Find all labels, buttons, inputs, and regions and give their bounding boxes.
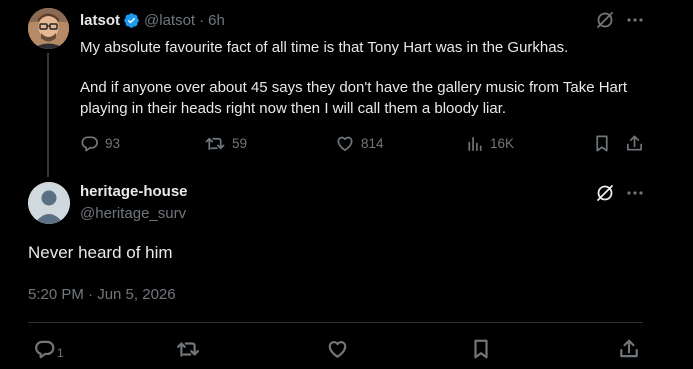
more-icon[interactable]: [625, 10, 645, 30]
bookmark-button[interactable]: [471, 338, 491, 360]
share-icon: [618, 338, 640, 360]
separator: ·: [199, 11, 205, 29]
reply-count: 1: [57, 346, 64, 360]
default-avatar-icon: [28, 182, 70, 224]
tweet-text: My absolute favourite fact of all time i…: [80, 37, 670, 119]
repost-count: 59: [232, 136, 248, 151]
repost-icon: [204, 134, 226, 153]
tweet-paragraph: And if anyone over about 45 says they do…: [80, 79, 628, 117]
tweet-text: Never heard of him: [28, 243, 173, 262]
display-name[interactable]: latsot: [80, 12, 120, 29]
tweet-header: latsot @latsot · 6h: [80, 10, 225, 30]
display-name[interactable]: heritage-house: [80, 183, 188, 200]
grok-icon[interactable]: [595, 183, 615, 203]
avatar[interactable]: [28, 8, 69, 49]
tweet-top-actions: [595, 10, 645, 30]
like-icon: [326, 338, 349, 360]
reply-button[interactable]: 93: [80, 134, 120, 153]
more-icon[interactable]: [625, 183, 645, 203]
handle[interactable]: @latsot: [144, 12, 195, 29]
share-icon: [625, 134, 644, 153]
tweet-actions: 93 59 814 16K: [80, 134, 645, 156]
like-icon: [335, 134, 355, 153]
like-button[interactable]: 814: [335, 134, 384, 153]
thread-connector: [47, 53, 49, 177]
repost-button[interactable]: 59: [204, 134, 247, 153]
repost-icon: [175, 338, 201, 360]
reply-icon: [80, 134, 99, 153]
like-count: 814: [361, 136, 384, 151]
reply-icon: [33, 338, 56, 360]
bookmark-button[interactable]: [593, 134, 611, 153]
tweet-actions: 1: [0, 338, 693, 362]
timestamp[interactable]: 5:20 PM · Jun 5, 2026: [28, 286, 176, 303]
default-avatar[interactable]: [28, 182, 70, 224]
views-icon: [466, 134, 484, 153]
parent-tweet[interactable]: latsot @latsot · 6h My absolute favourit…: [0, 0, 693, 177]
reply-count: 93: [105, 136, 121, 151]
views-button[interactable]: 16K: [466, 134, 514, 153]
bookmark-icon: [593, 134, 611, 153]
share-button[interactable]: [618, 338, 640, 360]
tweet-paragraph: My absolute favourite fact of all time i…: [80, 39, 569, 56]
tweet-top-actions: [595, 183, 645, 203]
verified-badge-icon: [123, 12, 140, 29]
bookmark-icon: [471, 338, 491, 360]
handle[interactable]: @heritage_surv: [80, 205, 186, 222]
reply-button[interactable]: 1: [33, 338, 64, 360]
repost-button[interactable]: [175, 338, 201, 360]
avatar-photo: [28, 8, 69, 49]
divider: [28, 322, 643, 323]
timestamp[interactable]: 6h: [208, 12, 225, 29]
share-button[interactable]: [625, 134, 644, 153]
grok-icon[interactable]: [595, 10, 615, 30]
views-count: 16K: [490, 136, 515, 151]
like-button[interactable]: [326, 338, 349, 360]
